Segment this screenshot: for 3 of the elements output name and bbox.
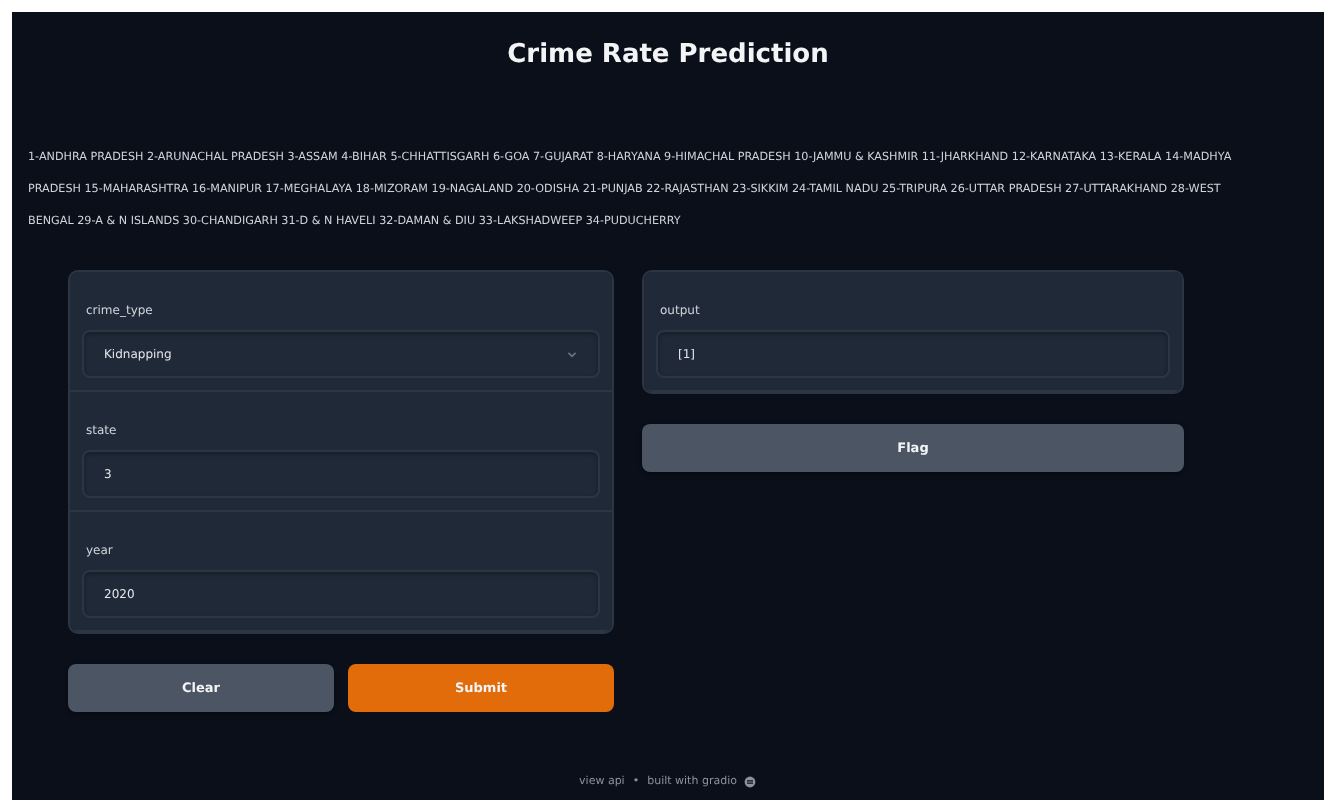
logo-icon	[744, 776, 757, 788]
page-title: Crime Rate Prediction	[507, 40, 829, 70]
chevron-down-icon	[566, 348, 578, 360]
